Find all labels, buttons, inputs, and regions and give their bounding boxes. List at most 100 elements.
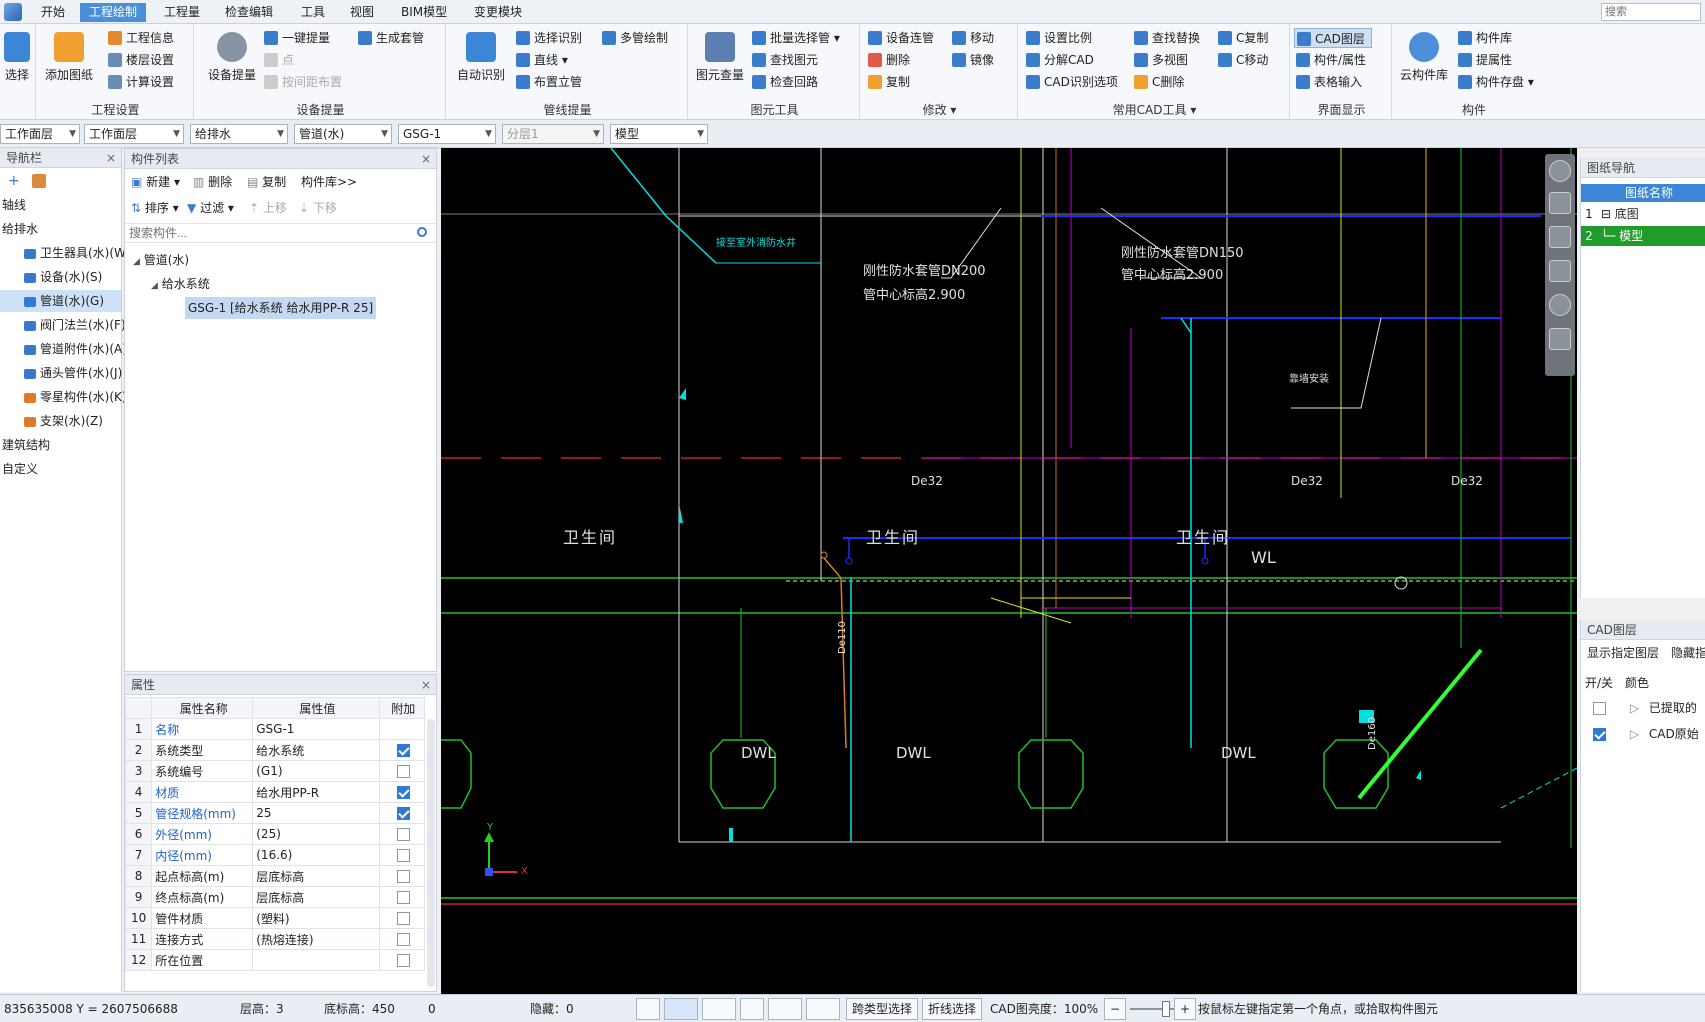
tab-tools[interactable]: 工具: [292, 3, 334, 22]
property-row[interactable]: 4 材质 给水用PP-R: [124, 781, 426, 803]
cube-side-icon[interactable]: [1549, 260, 1571, 282]
brightness-plus-button[interactable]: +: [1174, 998, 1196, 1020]
component-property-button[interactable]: 构件/属性: [1294, 50, 1366, 70]
show-specified-button[interactable]: 显示指定图层: [1587, 644, 1659, 661]
mirror-button[interactable]: 镜像: [950, 50, 994, 70]
layer-row-extracted[interactable]: ▷ 已提取的: [1581, 696, 1705, 720]
copy-button[interactable]: 复制: [866, 72, 910, 92]
extra-checkbox[interactable]: [396, 765, 410, 778]
extra-checkbox[interactable]: [396, 786, 410, 799]
property-value[interactable]: 层底标高: [252, 886, 380, 908]
brightness-thumb[interactable]: [1162, 1001, 1170, 1017]
point-button[interactable]: 点: [262, 50, 294, 70]
property-value[interactable]: (25): [252, 823, 380, 845]
property-value[interactable]: [252, 949, 380, 971]
copy-component-button[interactable]: ▤ 复制: [247, 171, 286, 193]
cube-top-icon[interactable]: [1549, 226, 1571, 248]
extra-checkbox[interactable]: [396, 744, 410, 757]
property-row[interactable]: 7 内径(mm) (16.6): [124, 844, 426, 866]
sort-button[interactable]: ⇅ 排序 ▾: [131, 197, 179, 219]
close-icon[interactable]: ×: [421, 675, 431, 695]
layer-row-cad-original[interactable]: ▷ CAD原始: [1581, 722, 1705, 746]
find-element-button[interactable]: 查找图元: [750, 50, 818, 70]
floor-settings-button[interactable]: 楼层设置: [106, 50, 174, 70]
extra-checkbox[interactable]: [396, 954, 410, 967]
tab-check-edit[interactable]: 检查编辑: [216, 3, 282, 22]
snap-icon[interactable]: [664, 998, 698, 1020]
straight-line-button[interactable]: 直线 ▾: [514, 50, 568, 70]
combo-model[interactable]: 模型 ▼: [610, 124, 708, 144]
property-row[interactable]: 12 所在位置: [124, 949, 426, 971]
tab-view[interactable]: 视图: [341, 3, 383, 22]
nav-item[interactable]: 自定义: [0, 458, 121, 480]
nav-item[interactable]: 支架(水)(Z): [0, 410, 121, 432]
cad-canvas[interactable]: 接至室外消防水井 刚性防水套管DN200 管中心标高2.900 刚性防水套管DN…: [441, 148, 1577, 994]
tab-change-module[interactable]: 变更模块: [465, 3, 531, 22]
property-row[interactable]: 5 管径规格(mm) 25: [124, 802, 426, 824]
component-library-button[interactable]: 构件库: [1456, 28, 1512, 48]
split-cad-button[interactable]: 分解CAD: [1024, 50, 1094, 70]
calc-settings-button[interactable]: 计算设置: [106, 72, 174, 92]
extra-checkbox[interactable]: [396, 870, 410, 883]
property-value[interactable]: 给水系统: [252, 739, 380, 761]
drawing-row-2[interactable]: 2 └─ 模型: [1581, 226, 1705, 246]
rotate-icon[interactable]: [1549, 294, 1571, 316]
view-cube-icon[interactable]: [702, 998, 736, 1020]
extra-checkbox[interactable]: [396, 828, 410, 841]
cad-layer-button[interactable]: CAD图层: [1294, 28, 1372, 48]
by-spacing-button[interactable]: 按间距布置: [262, 72, 342, 92]
c-move-button[interactable]: C移动: [1216, 50, 1268, 70]
batch-select-pipe-button[interactable]: 批量选择管 ▾: [750, 28, 840, 48]
nav-item[interactable]: 轴线: [0, 194, 121, 216]
tree-root[interactable]: ◢ 管道(水): [133, 249, 189, 271]
nav-add-icon[interactable]: +: [8, 174, 22, 188]
ortho-icon[interactable]: [636, 998, 660, 1020]
set-scale-button[interactable]: 设置比例: [1024, 28, 1092, 48]
library-link-button[interactable]: 构件库>>: [301, 171, 357, 193]
layers-icon[interactable]: [1549, 328, 1571, 350]
property-value[interactable]: GSG-1: [252, 718, 380, 740]
props-scrollbar[interactable]: [427, 719, 435, 987]
tree-group[interactable]: ◢ 给水系统: [151, 273, 210, 295]
brightness-slider[interactable]: [1130, 1008, 1178, 1010]
tab-bim-model[interactable]: BIM模型: [392, 3, 456, 22]
angle-icon[interactable]: [768, 998, 802, 1020]
property-row[interactable]: 1 名称 GSG-1: [124, 718, 426, 740]
extra-checkbox[interactable]: [396, 912, 410, 925]
property-row[interactable]: 6 外径(mm) (25): [124, 823, 426, 845]
drawing-row-1[interactable]: 1 ⊟ 底图: [1581, 204, 1705, 224]
tree-leaf-selected[interactable]: GSG-1 [给水系统 给水用PP-R 25]: [185, 297, 377, 319]
group-label-cad-tools[interactable]: 常用CAD工具 ▾: [1020, 101, 1289, 118]
table-input-button[interactable]: 表格输入: [1294, 72, 1362, 92]
combo-sublayer[interactable]: 分层1 ▼: [502, 124, 604, 144]
dimension-icon[interactable]: [806, 998, 840, 1020]
move-down-button[interactable]: ⇣ 下移: [299, 197, 337, 219]
group-label-modify[interactable]: 修改 ▾: [862, 101, 1017, 118]
nav-item[interactable]: 建筑结构: [0, 434, 121, 456]
nav-item[interactable]: 管道附件(水)(A): [0, 338, 127, 360]
select-button[interactable]: 选择: [0, 32, 34, 83]
search-input[interactable]: [1601, 3, 1701, 21]
nav-item[interactable]: 管道(水)(G): [0, 290, 121, 312]
tab-project-draw[interactable]: 工程绘制: [80, 3, 147, 22]
component-search-input[interactable]: [125, 223, 436, 243]
combo-work-layer-1[interactable]: 工作面层 ▼: [0, 124, 80, 144]
property-value[interactable]: 25: [252, 802, 380, 824]
polyline-select-button[interactable]: 折线选择: [922, 998, 983, 1020]
nav-item[interactable]: 通头管件(水)(J): [0, 362, 122, 384]
delete-button[interactable]: 删除: [866, 50, 910, 70]
close-icon[interactable]: ×: [106, 148, 116, 168]
extra-checkbox[interactable]: [396, 849, 410, 862]
find-replace-button[interactable]: 查找替换: [1132, 28, 1200, 48]
delete-component-button[interactable]: ▥ 删除: [193, 171, 232, 193]
nav-item[interactable]: 给排水: [0, 218, 121, 240]
nav-item[interactable]: 设备(水)(S): [0, 266, 121, 288]
property-row[interactable]: 2 系统类型 给水系统: [124, 739, 426, 761]
equipment-extract-button[interactable]: 设备提量: [204, 32, 260, 83]
property-row[interactable]: 3 系统编号 (G1): [124, 760, 426, 782]
extra-checkbox[interactable]: [396, 807, 410, 820]
hide-specified-button[interactable]: 隐藏指定: [1671, 644, 1705, 661]
property-row[interactable]: 11 连接方式 (热熔连接): [124, 928, 426, 950]
group-label-project[interactable]: 工程设置: [38, 101, 193, 118]
property-value[interactable]: (塑料): [252, 907, 380, 929]
